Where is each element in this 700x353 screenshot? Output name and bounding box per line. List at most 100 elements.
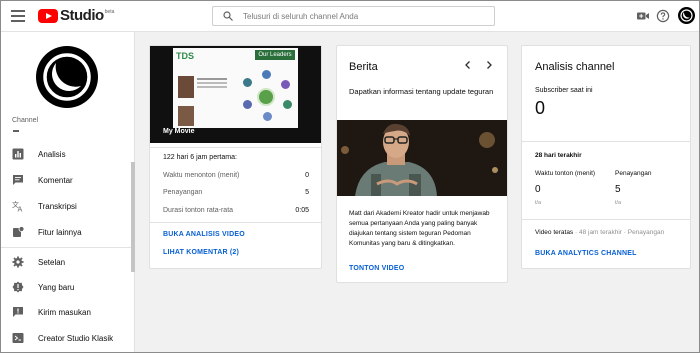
slide-diagram-node [263,112,272,121]
slide-photo [178,106,194,126]
sidebar-item-more-features[interactable]: Fitur lainnya [0,221,131,243]
video-title: My Movie [163,128,195,135]
top-bar: Studio beta [0,0,700,32]
chevron-right-icon[interactable] [484,60,494,70]
top-videos-meta: · 48 jam terakhir · Penayangan [573,229,665,236]
video-thumbnail[interactable]: TDS Our Leaders My Movie [150,46,321,143]
sidebar-item-label: Analisis [38,149,66,159]
metric-value: 0 [535,184,541,195]
metric-label: Penayangan [615,170,652,177]
presenter-image [337,120,507,196]
search-box[interactable] [212,6,495,26]
slide-photo [178,76,194,98]
view-comments-link[interactable]: LIHAT KOMENTAR (2) [163,249,239,256]
stats-period: 122 hari 6 jam pertama: [163,154,237,161]
menu-icon[interactable] [11,10,25,22]
card-divider [150,147,321,148]
sidebar: Channel Analisis Komentar 文 A Transkrips… [0,32,135,353]
news-video-thumbnail[interactable] [337,120,507,196]
moon-logo-icon [43,53,91,101]
slide-logo: TDS [176,51,194,61]
sidebar-item-classic-studio[interactable]: Creator Studio Klasik [0,327,131,349]
news-card: Berita Dapatkan informasi tentang update… [336,45,508,283]
channel-analytics-card: Analisis channel Subscriber saat ini 0 2… [521,45,691,269]
sidebar-item-label: Yang baru [38,282,75,292]
slide-diagram-node [243,78,252,87]
metric-value: 5 [615,184,621,195]
more-features-icon [13,226,24,237]
channel-avatar[interactable] [36,46,98,108]
metric-views: Penayangan 5 t/a [615,170,652,206]
stat-watch-time: Waktu menonton (menit) 0 [163,172,309,179]
sidebar-item-label: Komentar [38,175,73,185]
card-divider [522,141,690,142]
search-input[interactable] [243,9,483,23]
subscriber-label: Subscriber saat ini [535,87,593,94]
youtube-studio-logo[interactable]: Studio beta [38,8,114,24]
thumbnail-slide-image: TDS Our Leaders [173,48,298,128]
collapsed-item-icon [13,130,19,132]
sidebar-item-transcriptions[interactable]: 文 A Transkripsi [0,195,131,217]
slide-diagram-node [262,70,271,79]
sidebar-item-label: Kirim masukan [38,307,91,317]
slide-diagram-node [243,100,252,109]
search-icon[interactable] [223,11,233,21]
sidebar-item-send-feedback[interactable]: Kirim masukan [0,301,131,323]
slide-diagram-node [283,100,292,109]
stat-avg-duration: Durasi tonton rata-rata 0:05 [163,207,309,214]
sidebar-item-settings[interactable]: Setelan [0,251,131,273]
channel-section-label: Channel [12,117,39,124]
stat-value: 0:05 [295,207,309,214]
metric-change: t/a [615,200,622,206]
settings-icon [12,256,24,268]
analytics-icon [12,148,24,160]
watch-video-link[interactable]: TONTON VIDEO [349,265,404,272]
news-card-title: Berita [349,61,378,73]
translate-icon: 文 A [12,200,23,213]
sidebar-item-comments[interactable]: Komentar [0,169,131,191]
slide-diagram-hub [257,88,275,106]
stat-label: Waktu menonton (menit) [163,172,240,179]
feedback-icon [13,307,23,317]
stat-value: 0 [305,172,309,179]
top-videos-header: Video teratas · 48 jam terakhir · Penaya… [535,229,664,236]
stat-label: Penayangan [163,189,203,196]
metric-change: t/a [535,200,542,206]
card-divider [522,219,690,220]
stat-views: Penayangan 5 [163,189,309,196]
youtube-play-icon [38,9,58,23]
news-description: Matt dari Akademi Kreator hadir untuk me… [349,210,490,247]
account-avatar[interactable] [678,7,695,24]
chevron-left-icon[interactable] [463,60,473,70]
moon-logo-icon [680,9,693,22]
sidebar-scrollbar[interactable] [131,162,135,272]
whats-new-icon [12,281,24,293]
logo-beta-badge: beta [104,9,115,15]
sidebar-item-label: Transkripsi [38,201,77,211]
latest-video-card: TDS Our Leaders My Movie 122 hari 6 jam … [149,45,322,269]
sidebar-item-whats-new[interactable]: Yang baru [0,276,131,298]
analytics-card-title: Analisis channel [535,61,615,73]
metric-label: Waktu tonton (menit) [535,170,596,177]
stat-value: 5 [305,189,309,196]
open-video-analytics-link[interactable]: BUKA ANALISIS VIDEO [163,231,245,238]
open-channel-analytics-link[interactable]: BUKA ANALYTICS CHANNEL [535,250,637,257]
slide-text-lines [197,78,227,80]
sidebar-item-label: Creator Studio Klasik [38,333,114,343]
comments-icon [13,175,23,185]
subscriber-count: 0 [535,98,546,118]
news-headline[interactable]: Dapatkan informasi tentang update tegura… [349,86,499,98]
top-videos-label: Video teratas [535,229,574,236]
period-label: 28 hari terakhir [535,152,582,159]
slide-heading: Our Leaders [255,50,295,60]
sidebar-item-label: Fitur lainnya [38,227,82,237]
logo-text: Studio [60,7,104,24]
svg-text:A: A [18,206,23,213]
sidebar-divider [0,247,131,248]
sidebar-item-label: Setelan [38,257,66,267]
metric-watch-time: Waktu tonton (menit) 0 t/a [535,170,596,206]
help-icon[interactable] [656,9,670,23]
slide-diagram-node [281,80,290,89]
sidebar-item-analytics[interactable]: Analisis [0,143,131,165]
create-video-icon[interactable] [636,9,650,23]
